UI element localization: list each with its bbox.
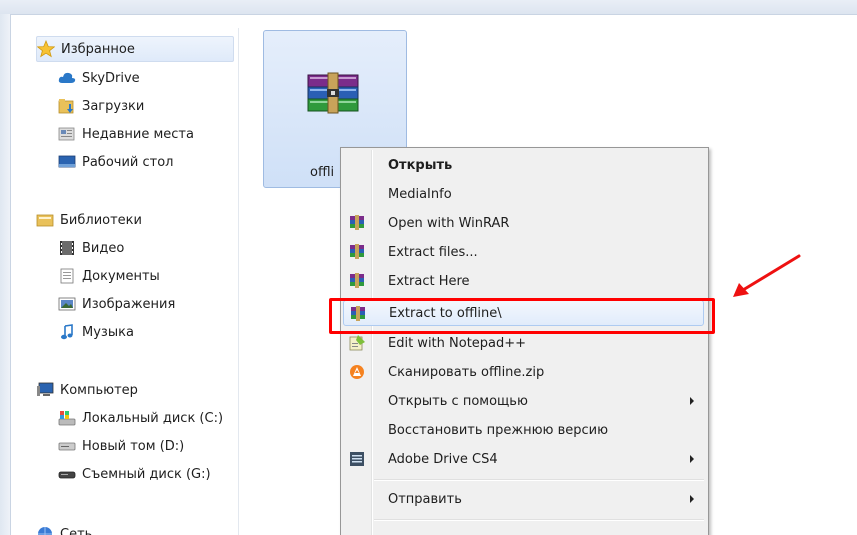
- nav-item-pictures[interactable]: Изображения: [58, 292, 175, 316]
- nav-item-label: Новый том (D:): [82, 438, 185, 454]
- adobe-drive-icon: [348, 450, 366, 468]
- pictures-icon: [58, 295, 76, 313]
- menu-item-label: Сканировать offline.zip: [388, 364, 545, 380]
- menu-item-label: Edit with Notepad++: [388, 335, 527, 351]
- nav-network-label: Сеть: [60, 526, 93, 535]
- avast-icon: [348, 363, 366, 381]
- menu-item-open[interactable]: Открыть: [343, 152, 704, 178]
- menu-item-label: Extract files...: [388, 244, 478, 260]
- drive-icon: [58, 437, 76, 455]
- menu-item-adobe-drive[interactable]: Adobe Drive CS4: [343, 446, 704, 472]
- nav-item-label: Съемный диск (G:): [82, 466, 211, 482]
- nav-item-label: Локальный диск (C:): [82, 410, 224, 426]
- menu-item-label: MediaInfo: [388, 186, 452, 202]
- nav-computer-label: Компьютер: [60, 382, 138, 398]
- menu-item-mediainfo[interactable]: MediaInfo: [343, 181, 704, 207]
- submenu-arrow-icon: [690, 455, 694, 463]
- nav-item-downloads[interactable]: Загрузки: [58, 94, 144, 118]
- menu-item-open-with-winrar[interactable]: Open with WinRAR: [343, 210, 704, 236]
- nav-libraries-label: Библиотеки: [60, 212, 142, 228]
- winrar-icon: [348, 272, 366, 290]
- file-name-label: offli: [310, 165, 335, 180]
- menu-item-label: Open with WinRAR: [388, 215, 510, 231]
- menu-item-restore-previous[interactable]: Восстановить прежнюю версию: [343, 417, 704, 443]
- menu-item-label: Открыть с помощью: [388, 393, 528, 409]
- computer-icon: [36, 381, 54, 399]
- video-icon: [58, 239, 76, 257]
- nav-item-label: Недавние места: [82, 126, 194, 142]
- menu-item-extract-here[interactable]: Extract Here: [343, 268, 704, 294]
- recent-places-icon: [58, 125, 76, 143]
- local-disk-icon: [58, 409, 76, 427]
- annotation-highlight-box: [329, 298, 715, 334]
- winrar-archive-icon: [304, 71, 362, 123]
- context-menu: Открыть MediaInfo Open with WinRAR Extra…: [340, 147, 709, 535]
- menu-item-label: Extract Here: [388, 273, 470, 289]
- nav-item-label: SkyDrive: [82, 70, 140, 86]
- libraries-icon: [36, 211, 54, 229]
- submenu-arrow-icon: [690, 397, 694, 405]
- explorer-window: Избранное SkyDrive Загрузки Недавние мес…: [0, 0, 857, 535]
- menu-item-label: Открыть: [388, 157, 453, 173]
- nav-item-label: Изображения: [82, 296, 176, 312]
- nav-favorites[interactable]: Избранное: [36, 36, 234, 62]
- nav-item-desktop[interactable]: Рабочий стол: [58, 150, 173, 174]
- menu-item-open-with[interactable]: Открыть с помощью: [343, 388, 704, 414]
- network-icon: [36, 525, 54, 535]
- music-icon: [58, 323, 76, 341]
- notepadpp-icon: [348, 334, 366, 352]
- window-top-border: [0, 0, 857, 15]
- menu-item-label: Отправить: [388, 491, 462, 507]
- nav-item-video[interactable]: Видео: [58, 236, 124, 260]
- nav-item-drive-d[interactable]: Новый том (D:): [58, 434, 184, 458]
- nav-item-skydrive[interactable]: SkyDrive: [58, 66, 140, 90]
- star-icon: [37, 40, 55, 58]
- nav-network[interactable]: Сеть: [36, 522, 92, 535]
- cloud-icon: [58, 69, 76, 87]
- nav-item-documents[interactable]: Документы: [58, 264, 160, 288]
- nav-item-removable-g[interactable]: Съемный диск (G:): [58, 462, 211, 486]
- menu-item-send-to[interactable]: Отправить: [343, 486, 704, 512]
- nav-libraries[interactable]: Библиотеки: [36, 208, 142, 232]
- nav-item-label: Загрузки: [82, 98, 145, 114]
- desktop-icon: [58, 153, 76, 171]
- nav-item-label: Рабочий стол: [82, 154, 174, 170]
- nav-item-recent-places[interactable]: Недавние места: [58, 122, 194, 146]
- annotation-arrow-icon: [725, 250, 805, 306]
- nav-item-label: Музыка: [82, 324, 134, 340]
- menu-separator: [374, 519, 704, 521]
- nav-item-music[interactable]: Музыка: [58, 320, 134, 344]
- nav-computer[interactable]: Компьютер: [36, 378, 138, 402]
- nav-item-label: Документы: [82, 268, 160, 284]
- menu-item-scan-avast[interactable]: Сканировать offline.zip: [343, 359, 704, 385]
- menu-separator: [374, 479, 704, 481]
- menu-item-label: Adobe Drive CS4: [388, 451, 498, 467]
- downloads-folder-icon: [58, 97, 76, 115]
- nav-pane-divider[interactable]: [238, 28, 239, 535]
- menu-item-extract-files[interactable]: Extract files...: [343, 239, 704, 265]
- window-left-border: [0, 14, 11, 535]
- removable-drive-icon: [58, 465, 76, 483]
- submenu-arrow-icon: [690, 495, 694, 503]
- documents-icon: [58, 267, 76, 285]
- menu-item-label: Восстановить прежнюю версию: [388, 422, 609, 438]
- navigation-pane: Избранное SkyDrive Загрузки Недавние мес…: [14, 28, 240, 535]
- nav-item-label: Видео: [82, 240, 125, 256]
- winrar-icon: [348, 243, 366, 261]
- winrar-icon: [348, 214, 366, 232]
- nav-favorites-label: Избранное: [61, 41, 135, 57]
- nav-item-local-disk-c[interactable]: Локальный диск (C:): [58, 406, 223, 430]
